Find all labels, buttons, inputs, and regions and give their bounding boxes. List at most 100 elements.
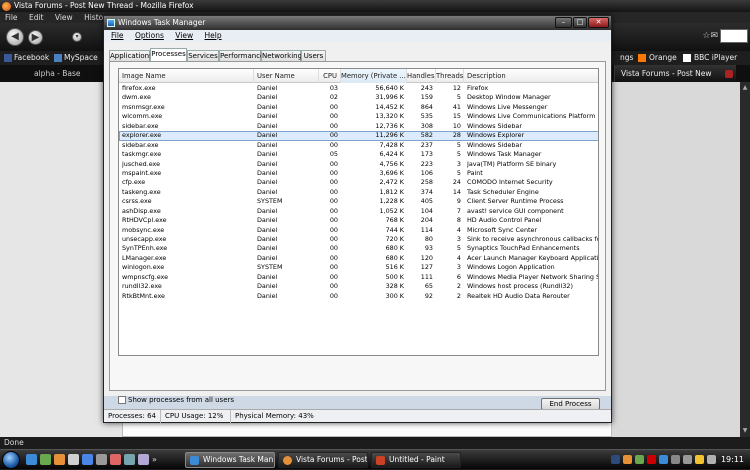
table-row[interactable]: sidebar.exe Daniel 00 12,736 K 308 10 Windows …	[119, 121, 598, 131]
table-row[interactable]: taskeng.exe Daniel 00 1,812 K 374 14 Task Sche…	[119, 188, 598, 197]
table-row[interactable]: csrss.exe SYSTEM 00 1,228 K 405 9 Client Serve…	[119, 197, 598, 206]
switch-windows-icon[interactable]	[40, 454, 51, 465]
table-row[interactable]: explorer.exe Daniel 00 11,296 K 582 28 Windows…	[119, 131, 598, 141]
tab-users[interactable]: Users	[301, 50, 326, 61]
firefox-scrollbar[interactable]: ▲ ▼	[740, 82, 750, 437]
media-quicklaunch-icon[interactable]	[110, 454, 121, 465]
bookmark-star-icon[interactable]: ☆✉	[702, 31, 718, 41]
table-row[interactable]: taskmgr.exe Daniel 05 6,424 K 173 5 Windows Ta…	[119, 150, 598, 159]
taskbar-task-manager[interactable]: Windows Task Man...	[185, 452, 275, 468]
messenger-quicklaunch-icon[interactable]	[82, 454, 93, 465]
table-row[interactable]: ashDisp.exe Daniel 00 1,052 K 104 7 avast! ser…	[119, 207, 598, 216]
back-button[interactable]: ◀	[6, 28, 24, 46]
menu-file[interactable]: File	[111, 31, 124, 40]
close-tab-icon[interactable]	[725, 70, 733, 78]
show-desktop-icon[interactable]	[26, 454, 37, 465]
quicklaunch-icon-more[interactable]	[124, 454, 135, 465]
maximize-button[interactable]: □	[573, 17, 587, 28]
cell-handles: 127	[420, 263, 433, 272]
show-all-processes-option[interactable]: Show processes from all users	[118, 395, 234, 405]
forward-button[interactable]: ▶	[28, 30, 43, 45]
process-list[interactable]: Image Name User Name CPU Memory (Private…	[118, 68, 599, 356]
table-row[interactable]: dwm.exe Daniel 02 31,996 K 159 5 Desktop Windo…	[119, 93, 598, 102]
scroll-down-icon[interactable]: ▼	[741, 427, 749, 435]
table-row[interactable]: SynTPEnh.exe Daniel 00 680 K 93 5 Synaptics To…	[119, 244, 598, 253]
ff-menu-edit[interactable]: Edit	[29, 13, 44, 22]
cell-handles: 308	[420, 121, 433, 130]
menu-help[interactable]: Help	[205, 31, 222, 40]
cell-threads: 15	[452, 112, 461, 121]
ff-menu-view[interactable]: View	[55, 13, 73, 22]
taskbar-paint[interactable]: Untitled - Paint	[371, 452, 461, 468]
bookmark-bbc-iplayer[interactable]: BBC iPlayer	[694, 51, 737, 65]
tab-networking[interactable]: Networking	[261, 50, 302, 61]
table-row[interactable]: mobsync.exe Daniel 00 744 K 114 4 Microsoft Sy…	[119, 226, 598, 235]
bookmark-myspace[interactable]: MySpace	[64, 51, 98, 65]
column-cpu[interactable]: CPU	[319, 69, 341, 83]
table-row[interactable]: rundll32.exe Daniel 00 328 K 65 2 Windows host…	[119, 282, 598, 291]
bookmark-facebook[interactable]: Facebook	[14, 51, 49, 65]
column-image-name[interactable]: Image Name	[119, 69, 254, 83]
firefox-tab-alpha[interactable]: alpha - Base	[34, 65, 81, 82]
tray-icon-5[interactable]	[659, 455, 668, 464]
column-user-name[interactable]: User Name	[254, 69, 319, 83]
table-row[interactable]: wmpnscfg.exe Daniel 00 500 K 111 6 Windows Med…	[119, 273, 598, 282]
table-row[interactable]: firefox.exe Daniel 03 56,640 K 243 12 Firefox	[119, 84, 598, 93]
table-row[interactable]: LManager.exe Daniel 00 680 K 120 4 Acer Launch…	[119, 254, 598, 263]
close-button[interactable]: ✕	[588, 17, 609, 28]
table-row[interactable]: wlcomm.exe Daniel 00 13,320 K 535 15 Windows L…	[119, 112, 598, 121]
table-row[interactable]: jusched.exe Daniel 00 4,756 K 223 3 Java(TM) P…	[119, 160, 598, 169]
tray-icon-1[interactable]	[611, 455, 620, 464]
tab-processes[interactable]: Processes	[150, 48, 187, 61]
minimize-button[interactable]: –	[555, 17, 572, 28]
table-row[interactable]: RtkBtMnt.exe Daniel 00 300 K 92 2 Realtek HD A…	[119, 292, 598, 301]
cell-threads: 5	[456, 93, 461, 102]
table-row[interactable]: winlogon.exe SYSTEM 00 516 K 127 3 Windows Log…	[119, 263, 598, 272]
column-threads[interactable]: Threads	[436, 69, 464, 83]
quicklaunch-icon-last[interactable]	[138, 454, 149, 465]
quicklaunch-icon-extra[interactable]	[96, 454, 107, 465]
cell-user-name: Daniel	[257, 168, 278, 177]
firefox-tab-vista-forums[interactable]: Vista Forums - Post New Thread	[614, 65, 736, 95]
taskbar-clock[interactable]: 19:11	[721, 450, 744, 470]
task-manager-title-bar[interactable]: Windows Task Manager – □ ✕	[104, 16, 611, 30]
column-memory[interactable]: Memory (Private ...	[341, 69, 407, 83]
tray-icon-2[interactable]	[623, 455, 632, 464]
tab-performance[interactable]: Performance	[219, 50, 264, 61]
table-row[interactable]: unsecapp.exe Daniel 00 720 K 80 3 Sink to rece…	[119, 235, 598, 244]
menu-view[interactable]: View	[175, 31, 193, 40]
show-all-checkbox[interactable]	[118, 396, 126, 404]
cell-memory: 14,452 K	[375, 102, 404, 111]
table-row[interactable]: mspaint.exe Daniel 00 3,696 K 106 5 Paint	[119, 168, 598, 178]
cell-threads: 12	[452, 84, 461, 92]
tray-icon-4[interactable]	[647, 455, 656, 464]
firefox-search-box[interactable]	[720, 29, 748, 43]
scroll-up-icon[interactable]: ▲	[741, 84, 749, 92]
network-icon[interactable]	[671, 455, 680, 464]
bookmark-orange[interactable]: Orange	[649, 51, 677, 65]
chevron-right-icon[interactable]: »	[152, 454, 158, 465]
taskbar-firefox[interactable]: Vista Forums - Post ...	[278, 452, 368, 468]
volume-icon[interactable]	[683, 455, 692, 464]
table-row[interactable]: msnmsgr.exe Daniel 00 14,452 K 864 41 Windows …	[119, 102, 598, 112]
start-button[interactable]	[2, 451, 20, 469]
quicklaunch-icon[interactable]	[68, 454, 79, 465]
column-handles[interactable]: Handles	[407, 69, 436, 83]
tab-services[interactable]: Services	[187, 50, 219, 61]
table-row[interactable]: RtHDVCpl.exe Daniel 00 768 K 204 8 HD Audio Co…	[119, 216, 598, 225]
table-row[interactable]: sidebar.exe Daniel 00 7,428 K 237 5 Windows Si…	[119, 141, 598, 150]
battery-icon[interactable]	[695, 455, 704, 464]
processes-panel: Image Name User Name CPU Memory (Private…	[109, 61, 606, 391]
tray-icon-3[interactable]	[635, 455, 644, 464]
tab-applications[interactable]: Applications	[109, 50, 153, 61]
table-row[interactable]: cfp.exe Daniel 00 2,472 K 258 24 COMODO Intern…	[119, 178, 598, 187]
firefox-quicklaunch-icon[interactable]	[54, 454, 65, 465]
column-description[interactable]: Description	[464, 69, 598, 83]
bookmark-ngs[interactable]: ngs	[620, 51, 633, 65]
cell-description: Windows Sidebar	[467, 121, 522, 130]
menu-options[interactable]: Options	[135, 31, 164, 40]
dropdown-icon[interactable]: ▾	[72, 32, 82, 42]
tray-icon-6[interactable]	[707, 455, 716, 464]
cell-image-name: rundll32.exe	[122, 282, 162, 291]
ff-menu-file[interactable]: File	[5, 13, 18, 22]
